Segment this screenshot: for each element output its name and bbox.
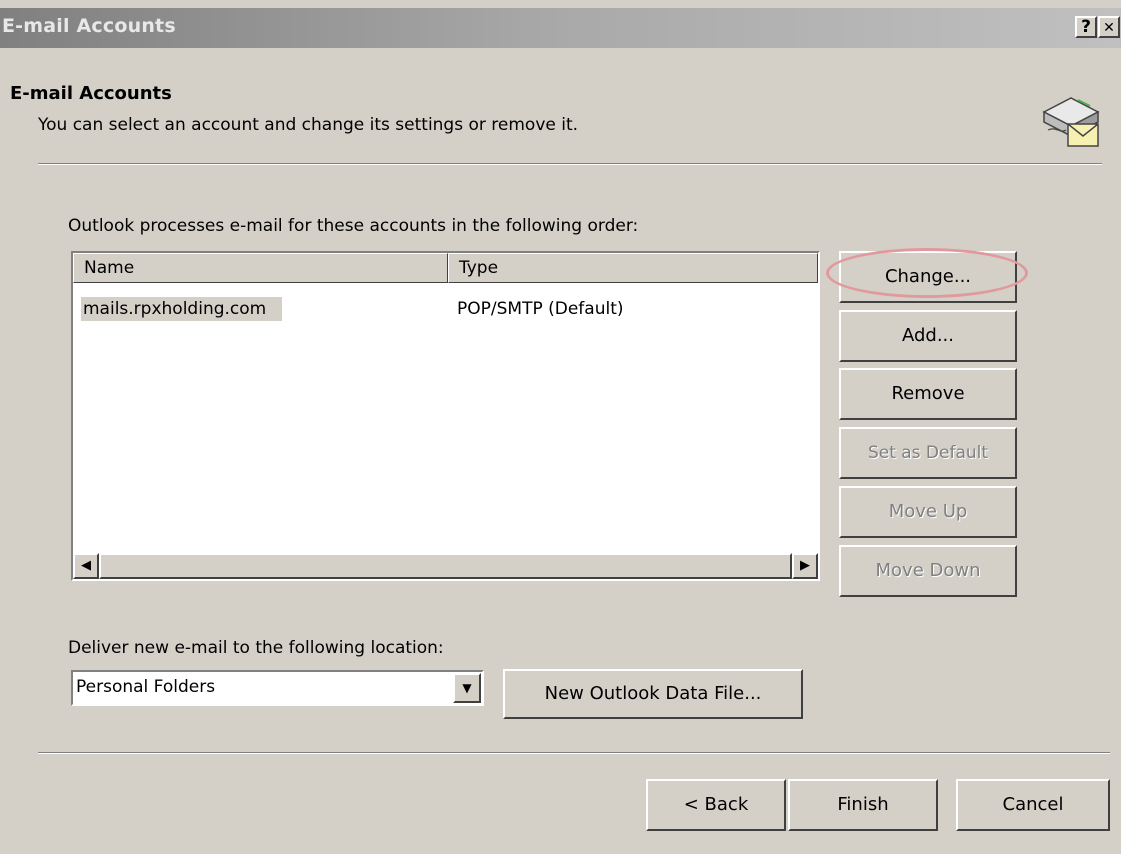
back-button[interactable]: < Back [646,779,786,831]
account-name-cell[interactable]: mails.rpxholding.com [81,297,283,321]
cancel-button[interactable]: Cancel [956,779,1110,831]
delivery-location-select[interactable]: Personal Folders ▼ [71,670,484,706]
delivery-location-value: Personal Folders [76,677,216,697]
add-button[interactable]: Add... [839,310,1017,362]
page-description: You can select an account and change its… [38,115,579,135]
page-title: E-mail Accounts [10,83,172,104]
account-type-cell: POP/SMTP (Default) [457,299,624,319]
horizontal-scrollbar[interactable]: ◀ ▶ [73,553,818,579]
column-header-type[interactable]: Type [448,253,818,283]
set-as-default-button[interactable]: Set as Default [839,427,1017,479]
column-header-name[interactable]: Name [73,253,448,283]
scroll-right-button[interactable]: ▶ [792,553,818,579]
close-icon: ✕ [1103,20,1115,36]
new-outlook-data-file-button[interactable]: New Outlook Data File... [503,669,803,719]
window-title: E-mail Accounts [2,15,176,37]
email-accounts-icon [1038,86,1104,156]
chevron-down-icon: ▼ [462,681,472,695]
title-bar[interactable]: E-mail Accounts ? ✕ [0,8,1121,48]
email-accounts-dialog: E-mail Accounts ? ✕ E-mail Accounts You … [0,0,1121,854]
footer-divider [38,752,1110,754]
move-up-button[interactable]: Move Up [839,486,1017,538]
remove-button[interactable]: Remove [839,368,1017,420]
scroll-left-button[interactable]: ◀ [73,553,99,579]
close-button[interactable]: ✕ [1098,16,1120,38]
scroll-thumb[interactable] [99,553,792,579]
accounts-list[interactable]: Name Type mails.rpxholding.com POP/SMTP … [71,251,820,581]
header-divider [38,163,1102,165]
move-down-button[interactable]: Move Down [839,545,1017,597]
triangle-right-icon: ▶ [800,558,810,573]
help-button[interactable]: ? [1075,16,1097,38]
triangle-left-icon: ◀ [81,558,91,573]
change-button[interactable]: Change... [839,251,1017,303]
finish-button[interactable]: Finish [788,779,938,831]
dropdown-button[interactable]: ▼ [453,673,481,703]
accounts-order-label: Outlook processes e-mail for these accou… [68,216,639,236]
delivery-location-label: Deliver new e-mail to the following loca… [68,638,444,658]
